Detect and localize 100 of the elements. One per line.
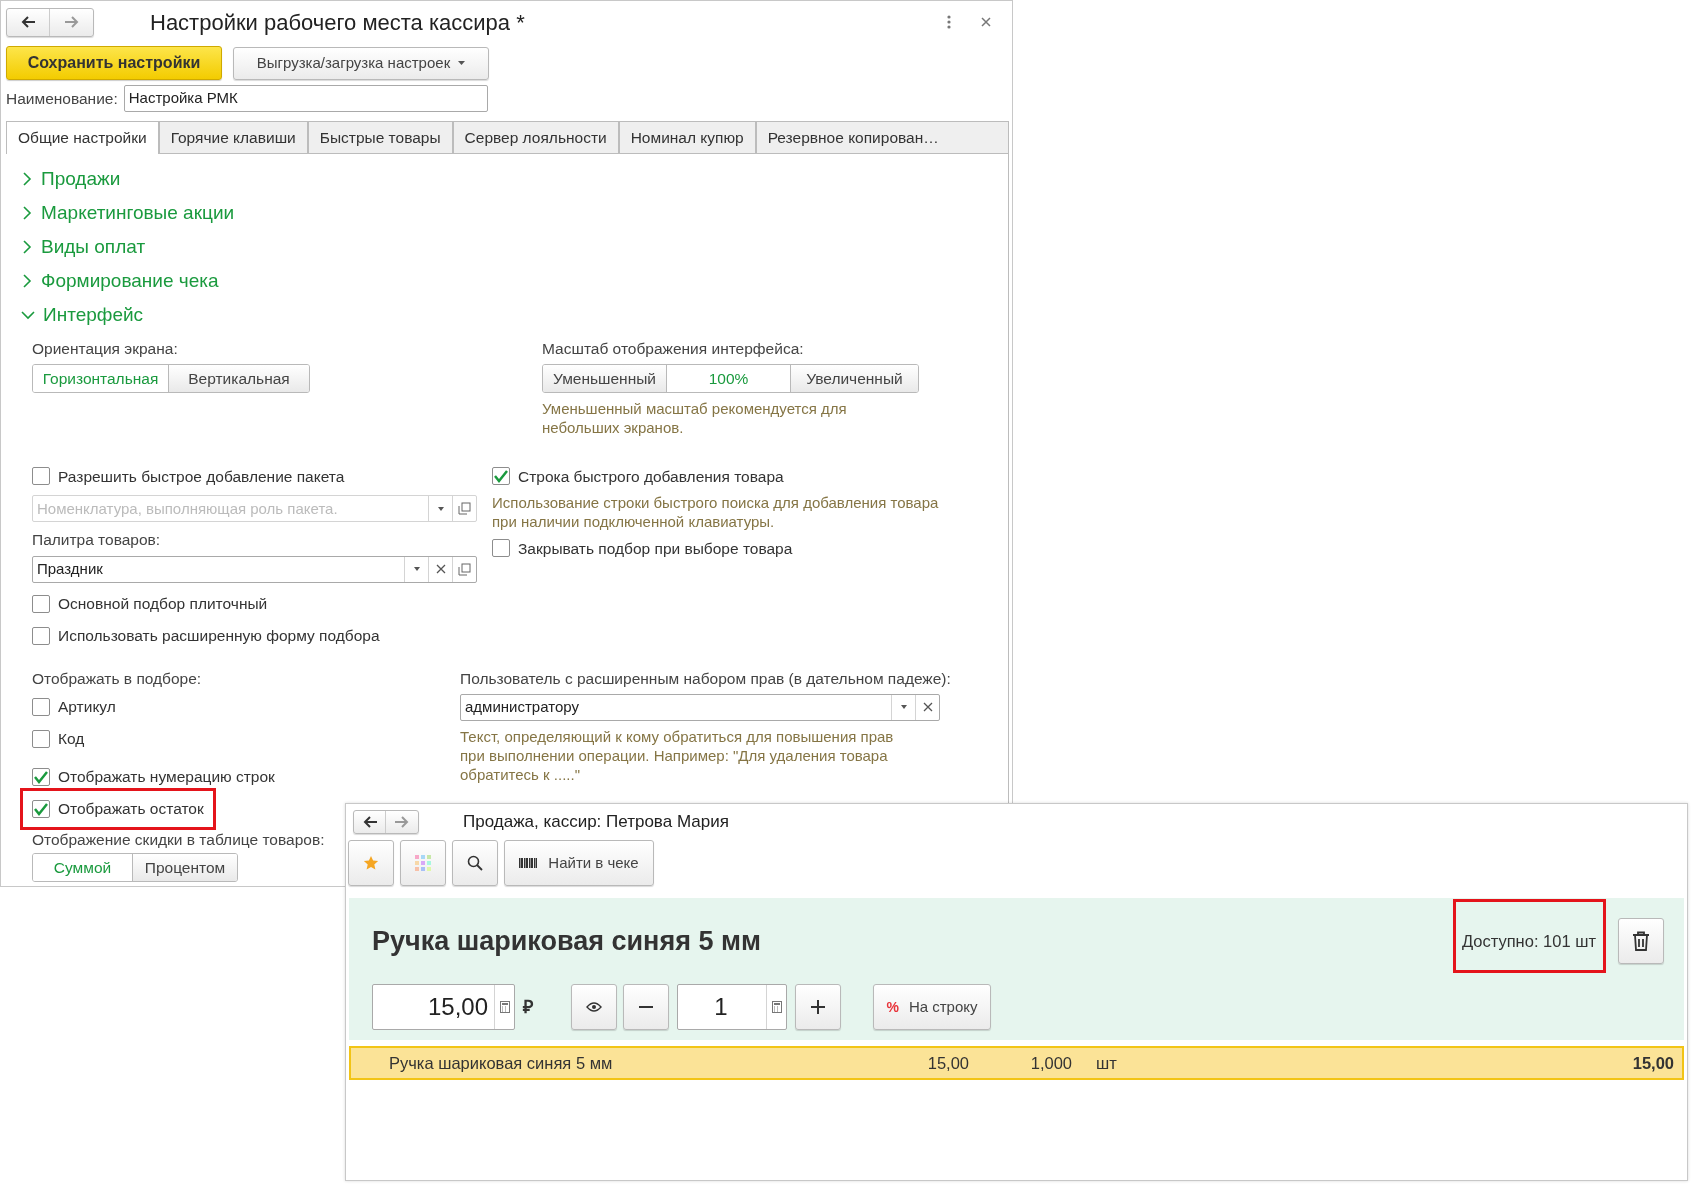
clear-icon[interactable] [922,702,933,713]
line-discount-button[interactable]: % На строку [873,984,991,1030]
open-icon[interactable] [458,562,471,576]
quantity: 1,000 [1029,1052,1072,1074]
dropdown-icon[interactable] [412,566,421,572]
checkbox-label: Код [58,729,85,750]
section-header[interactable]: Маркетинговые акции [41,198,235,228]
section-header[interactable]: Интерфейс [43,300,144,330]
view-button[interactable] [571,984,617,1030]
quantity-field[interactable]: 1 [677,984,787,1030]
section-header[interactable]: Продажи [41,164,121,194]
checkbox[interactable] [32,729,50,748]
toggle-option[interactable]: Суммой [33,854,133,881]
search-button[interactable] [452,840,498,886]
chevron-right-icon[interactable] [21,206,33,220]
star-icon [363,855,379,871]
barcode-icon [519,857,539,869]
chevron-right-icon[interactable] [21,172,33,186]
toggle-option[interactable]: Процентом [133,854,237,881]
favorites-button[interactable] [348,840,394,886]
tab[interactable]: Номинал купюр [618,121,756,153]
product-name: Ручка шариковая синяя 5 мм [372,924,761,958]
checkmark-icon [493,469,509,484]
calculator-icon[interactable] [771,1001,782,1013]
tab[interactable]: Резервное копирован… [755,121,1009,153]
price: 15,00 [926,1052,969,1074]
checkbox-label: Отображать нумерацию строк [58,767,275,788]
toggle-option[interactable]: Горизонтальная [33,365,169,393]
field-label: Масштаб отображения интерфейса: [542,339,805,359]
available-quantity: Доступно: 101 шт [1461,928,1596,954]
tab[interactable]: Горячие клавиши [158,121,308,153]
caret-icon [458,60,466,66]
back-arrow-icon[interactable] [20,15,36,29]
tab[interactable]: Общие настройки [6,121,159,154]
forward-arrow-icon[interactable] [63,15,80,29]
field-label: Пользователь с расширенным набором прав (в дательном падеже): [460,669,951,687]
hint-text: Использование строки быстрого поиска для добавления товара при наличии подключенной клавиатуры. [492,493,940,532]
back-arrow-icon[interactable] [361,814,378,829]
currency-sign: ₽ [523,995,533,1019]
minus-icon [639,1006,653,1008]
checkbox-label: Основной подбор плиточный [58,593,268,614]
plus-icon [811,1000,825,1014]
checkbox[interactable] [32,697,50,716]
decrease-button[interactable] [623,984,669,1030]
tiles-button[interactable] [400,840,446,886]
input-field[interactable]: Настройка РМК [123,85,488,112]
checkbox-label: Разрешить быстрое добавление пакета [58,466,345,487]
hint-text: Уменьшенный масштаб рекомендуется для небольших экранов. [542,399,848,438]
checkbox[interactable] [492,539,510,558]
export-menu-button[interactable]: Выгрузка/загрузка настроек [233,46,489,80]
field-label: Отображение скидки в таблице товаров: [32,830,325,848]
checkbox-label: Строка быстрого добавления товара [518,466,784,487]
checkbox-label: Отображать остаток [58,799,204,820]
checkbox[interactable] [32,467,50,486]
checkbox[interactable] [32,626,50,645]
input-field[interactable]: Праздник [32,555,477,583]
checkbox[interactable] [32,799,50,818]
more-icon[interactable] [947,15,951,29]
trash-icon [1632,931,1650,951]
hint-text: Текст, определяющий к кому обратиться для повышения прав при выполнении операции. Например: "Для удаления товара обратитесь к ....." [460,726,895,784]
window-title: Продажа, кассир: Петрова Мария [463,810,729,833]
save-button[interactable]: Сохранить настройки [6,46,222,80]
checkbox-label: Закрывать подбор при выборе товара [518,538,793,559]
checkmark-icon [33,801,49,816]
checkmark-icon [33,769,49,784]
toggle-option[interactable]: Увеличенный [791,365,918,393]
grid-icon [415,855,431,871]
section-header[interactable]: Виды оплат [41,232,146,262]
chevron-down-icon[interactable] [21,309,35,321]
checkbox[interactable] [32,767,50,786]
toggle-option[interactable]: Уменьшенный [543,365,667,393]
search-icon [467,855,483,871]
eye-icon [586,1002,602,1012]
find-in-receipt-button[interactable]: Найти в чеке [504,840,654,886]
chevron-right-icon[interactable] [21,274,33,288]
field-label: Наименование: [6,88,118,109]
toggle-option[interactable]: Вертикальная [169,365,309,393]
close-icon[interactable] [981,17,991,27]
field-label: Ориентация экрана: [32,339,179,359]
field-label: Палитра товаров: [32,531,161,549]
checkbox[interactable] [492,467,510,486]
price-field[interactable]: 15,00 [372,984,515,1030]
dropdown-icon[interactable] [899,704,908,711]
table-row[interactable]: Ручка шариковая синяя 5 мм 15,00 1,000 шт 15,00 [349,1046,1684,1080]
forward-arrow-icon[interactable] [394,814,410,829]
calculator-icon[interactable] [499,1001,510,1013]
checkbox-label: Использовать расширенную форму подбора [58,625,380,646]
delete-button[interactable] [1618,918,1664,964]
tab[interactable]: Быстрые товары [307,121,453,153]
section-header[interactable]: Формирование чека [41,266,219,296]
chevron-right-icon[interactable] [21,240,33,254]
clear-icon[interactable] [435,564,446,574]
window-title: Настройки рабочего места кассира * [150,8,525,37]
field-label: Отображать в подборе: [32,669,202,687]
product-name: Ручка шариковая синяя 5 мм [388,1052,614,1074]
unit: шт [1095,1052,1118,1074]
increase-button[interactable] [795,984,841,1030]
input-field[interactable]: администратору [460,693,940,721]
checkbox[interactable] [32,594,50,613]
tab[interactable]: Сервер лояльности [452,121,619,153]
